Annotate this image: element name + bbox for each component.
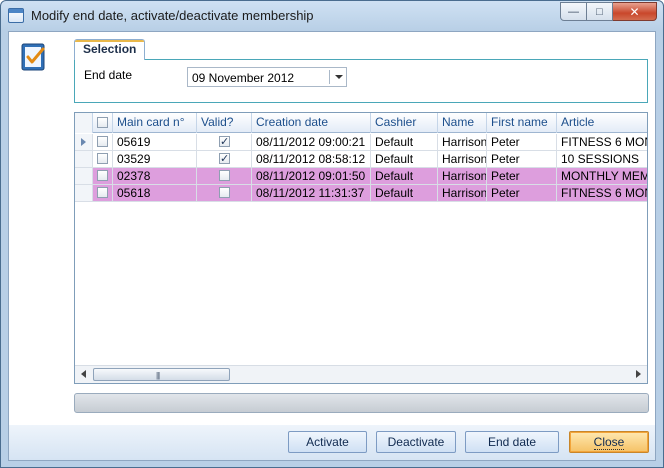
end-date-label: End date — [84, 68, 133, 82]
creation-date-cell: 08/11/2012 08:58:12 — [252, 151, 371, 167]
tab-selection[interactable]: Selection — [74, 39, 146, 60]
close-window-button[interactable]: ✕ — [613, 2, 657, 21]
window-controls: — □ ✕ — [560, 2, 657, 22]
picker-divider — [329, 70, 330, 84]
article-cell: FITNESS 6 MONTHS — [557, 134, 647, 150]
row-indicator — [75, 134, 93, 150]
close-button[interactable]: Close — [569, 431, 649, 453]
selection-group: End date 09 November 2012 — [74, 59, 648, 103]
valid-checkbox[interactable] — [219, 134, 230, 150]
article-cell: 10 SESSIONS — [557, 151, 647, 167]
first-name-cell: Peter — [487, 185, 557, 201]
first-name-cell: Peter — [487, 151, 557, 167]
activate-button[interactable]: Activate — [288, 431, 367, 453]
valid-checkbox[interactable] — [219, 170, 230, 181]
first-name-cell: Peter — [487, 134, 557, 150]
horizontal-scrollbar[interactable]: ||| — [75, 365, 647, 383]
name-cell: Harrison — [438, 134, 487, 150]
minimize-icon: — — [568, 5, 579, 18]
dialog-window: Modify end date, activate/deactivate mem… — [0, 0, 664, 468]
close-icon: ✕ — [629, 4, 640, 19]
valid-checkbox[interactable] — [219, 151, 230, 167]
scroll-right-icon[interactable] — [636, 370, 641, 378]
col-header-main-card[interactable]: Main card n° — [113, 113, 197, 133]
creation-date-cell: 08/11/2012 09:00:21 — [252, 134, 371, 150]
window-icon — [8, 8, 24, 23]
first-name-cell: Peter — [487, 168, 557, 184]
table-row[interactable]: 03529 08/11/2012 08:58:12 Default Harris… — [75, 151, 647, 168]
main-card-cell: 05619 — [113, 134, 197, 150]
minimize-button[interactable]: — — [560, 2, 587, 21]
cashier-cell: Default — [371, 151, 438, 167]
row-indicator — [75, 168, 93, 184]
end-date-button[interactable]: End date — [465, 431, 559, 453]
select-all-header[interactable] — [93, 113, 113, 133]
table-row[interactable]: 05618 08/11/2012 11:31:37 Default Harris… — [75, 185, 647, 202]
table-row[interactable]: 02378 08/11/2012 09:01:50 Default Harris… — [75, 168, 647, 185]
row-indicator-header — [75, 113, 93, 133]
col-header-valid[interactable]: Valid? — [197, 113, 252, 133]
row-indicator — [75, 151, 93, 167]
scroll-thumb[interactable]: ||| — [93, 368, 230, 381]
chevron-down-icon[interactable] — [335, 75, 343, 79]
grip-icon: ||| — [156, 371, 160, 380]
col-header-name[interactable]: Name — [438, 113, 487, 133]
row-select-cell[interactable] — [93, 185, 113, 201]
cashier-cell: Default — [371, 134, 438, 150]
cashier-cell: Default — [371, 168, 438, 184]
article-cell: FITNESS 6 MONTHS — [557, 185, 647, 201]
title-bar[interactable]: Modify end date, activate/deactivate mem… — [1, 1, 663, 31]
dialog-client-area: Selection End date 09 November 2012 Main… — [8, 31, 656, 461]
scroll-left-icon[interactable] — [81, 370, 86, 378]
row-select-cell[interactable] — [93, 151, 113, 167]
main-card-cell: 05618 — [113, 185, 197, 201]
col-header-article[interactable]: Article — [557, 113, 647, 133]
maximize-button[interactable]: □ — [587, 2, 613, 21]
row-select-checkbox[interactable] — [97, 153, 108, 164]
row-select-checkbox[interactable] — [97, 187, 108, 198]
progress-bar — [74, 393, 649, 413]
creation-date-cell: 08/11/2012 09:01:50 — [252, 168, 371, 184]
name-cell: Harrison — [438, 151, 487, 167]
main-card-cell: 02378 — [113, 168, 197, 184]
creation-date-cell: 08/11/2012 11:31:37 — [252, 185, 371, 201]
close-button-label: Close — [593, 435, 625, 450]
name-cell: Harrison — [438, 168, 487, 184]
membership-grid[interactable]: Main card n° Valid? Creation date Cashie… — [74, 112, 648, 384]
grid-rows: 05619 08/11/2012 09:00:21 Default Harris… — [75, 134, 647, 202]
end-date-value: 09 November 2012 — [192, 71, 295, 85]
col-header-cashier[interactable]: Cashier — [371, 113, 438, 133]
deactivate-button[interactable]: Deactivate — [376, 431, 456, 453]
checklist-icon — [21, 43, 45, 71]
row-select-cell[interactable] — [93, 134, 113, 150]
name-cell: Harrison — [438, 185, 487, 201]
valid-cell[interactable] — [197, 168, 252, 184]
col-header-first-name[interactable]: First name — [487, 113, 557, 133]
col-header-creation-date[interactable]: Creation date — [252, 113, 371, 133]
row-select-cell[interactable] — [93, 168, 113, 184]
row-indicator — [75, 185, 93, 201]
row-select-checkbox[interactable] — [97, 170, 108, 181]
table-row[interactable]: 05619 08/11/2012 09:00:21 Default Harris… — [75, 134, 647, 151]
window-title: Modify end date, activate/deactivate mem… — [31, 8, 314, 23]
row-select-checkbox[interactable] — [97, 136, 108, 147]
maximize-icon: □ — [596, 5, 603, 18]
grid-header: Main card n° Valid? Creation date Cashie… — [75, 113, 647, 133]
valid-cell[interactable] — [197, 151, 252, 167]
valid-cell[interactable] — [197, 134, 252, 150]
end-date-picker[interactable]: 09 November 2012 — [187, 67, 347, 87]
cashier-cell: Default — [371, 185, 438, 201]
article-cell: MONTHLY MEMBERSHIP — [557, 168, 647, 184]
main-card-cell: 03529 — [113, 151, 197, 167]
valid-checkbox[interactable] — [219, 187, 230, 198]
select-all-checkbox[interactable] — [97, 117, 108, 128]
valid-cell[interactable] — [197, 185, 252, 201]
current-row-arrow-icon — [81, 138, 86, 146]
